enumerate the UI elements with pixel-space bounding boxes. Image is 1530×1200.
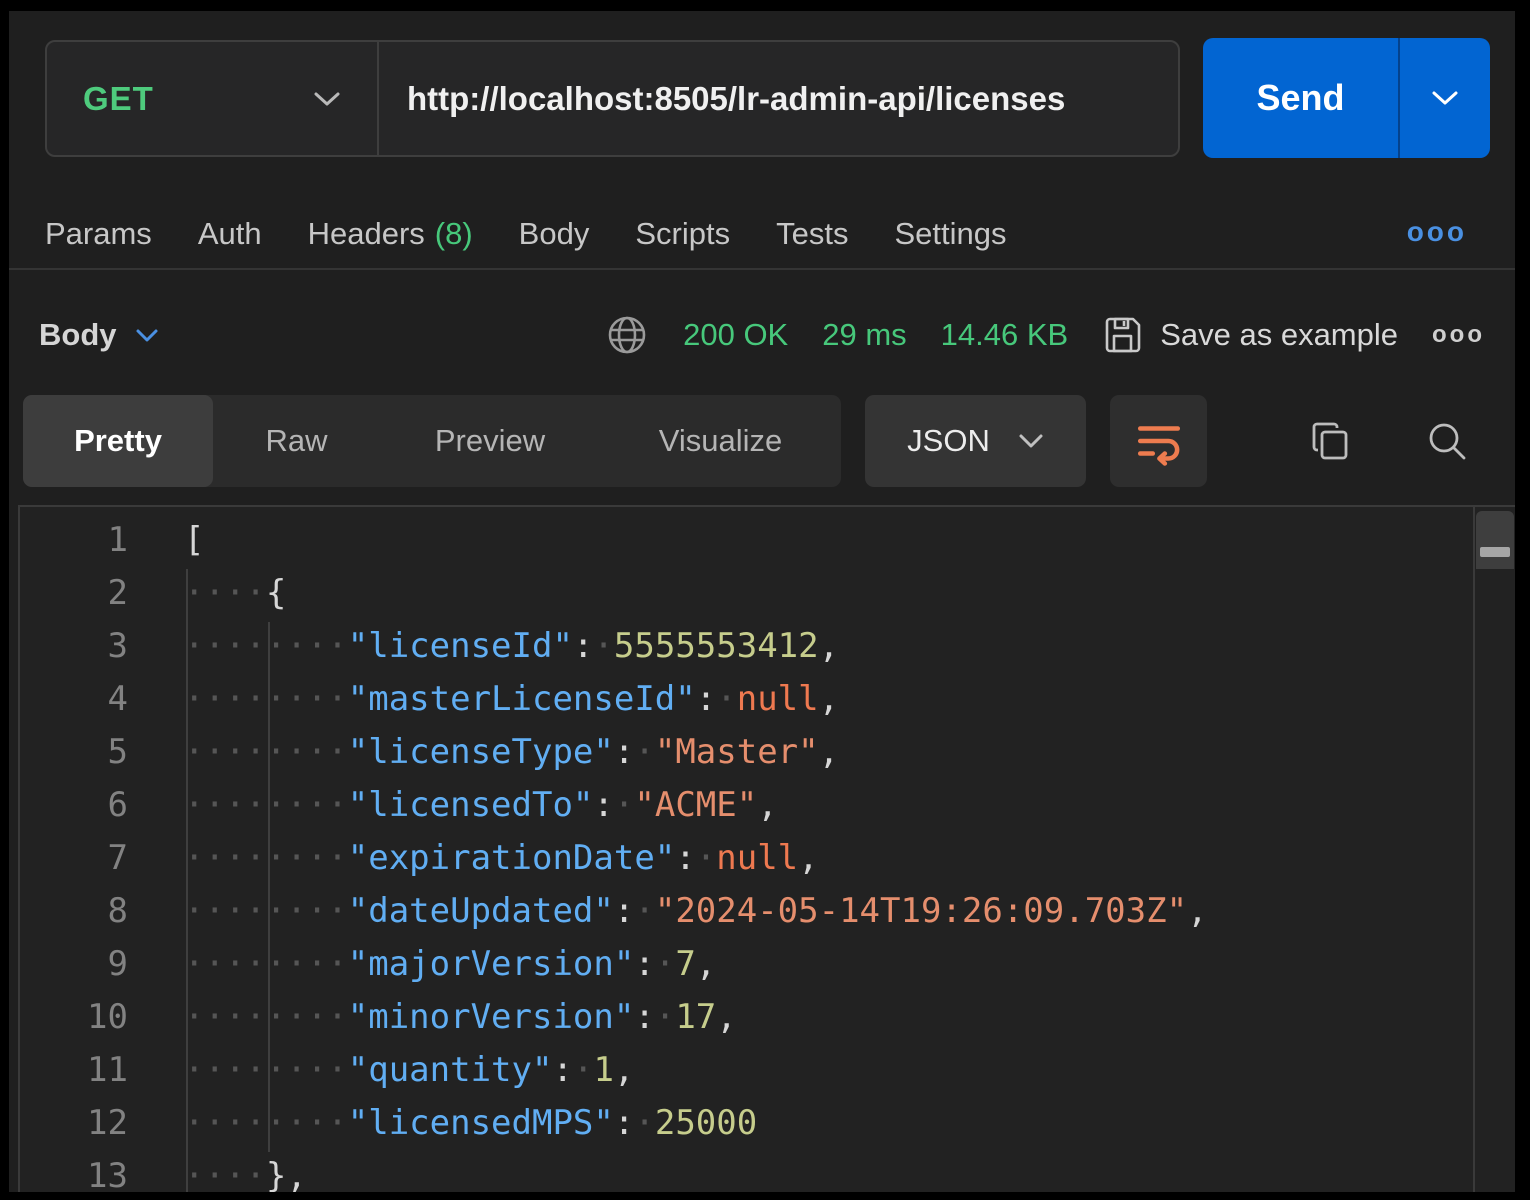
response-body-select[interactable]: Body	[39, 317, 159, 353]
chevron-down-icon	[1430, 89, 1460, 107]
code-line: 8 ········"dateUpdated":·"2024-05-14T19:2…	[20, 885, 1515, 938]
code-line-content: ····},	[184, 1150, 307, 1192]
search-button[interactable]	[1415, 409, 1479, 473]
code-line: 10 ········"minorVersion":·17,	[20, 991, 1515, 1044]
code-line-content: ········"masterLicenseId":·null,	[184, 673, 839, 726]
response-view-tabs: Pretty Raw Preview Visualize	[23, 395, 841, 487]
line-number: 8	[20, 885, 128, 938]
tab-scripts[interactable]: Scripts	[635, 216, 730, 252]
status-badge[interactable]: 200 OK	[683, 317, 788, 353]
line-number: 13	[20, 1150, 128, 1192]
http-method-select[interactable]: GET	[47, 42, 379, 155]
text-wrap-icon	[1134, 416, 1184, 466]
tab-raw[interactable]: Raw	[213, 395, 380, 487]
line-number: 7	[20, 832, 128, 885]
code-line: 11 ········"quantity":·1,	[20, 1044, 1515, 1097]
code-line: 3 ········"licenseId":·5555553412,	[20, 620, 1515, 673]
url-input[interactable]	[379, 42, 1178, 155]
line-number: 1	[20, 514, 128, 567]
response-status-cluster: 200 OK 29 ms 14.46 KB Save as example oo…	[605, 313, 1485, 357]
request-tabs: Params Auth Headers(8) Body Scripts Test…	[9, 200, 1515, 270]
code-line-content: ········"minorVersion":·17,	[184, 991, 737, 1044]
code-line-content: ········"licenseId":·5555553412,	[184, 620, 839, 673]
indent-guide	[268, 622, 270, 1152]
code-line: 12········"licensedMPS":·25000	[20, 1097, 1515, 1150]
line-number: 9	[20, 938, 128, 991]
save-as-example-label: Save as example	[1160, 317, 1398, 353]
code-line-content: ········"majorVersion":·7,	[184, 938, 716, 991]
more-options-icon[interactable]: ooo	[1407, 216, 1467, 248]
line-number: 12	[20, 1097, 128, 1150]
code-line: 9 ········"majorVersion":·7,	[20, 938, 1515, 991]
code-line-content: ········"expirationDate":·null,	[184, 832, 819, 885]
code-line-content: ····{	[184, 567, 286, 620]
tab-tests[interactable]: Tests	[776, 216, 848, 252]
tab-visualize[interactable]: Visualize	[600, 395, 841, 487]
code-line-content: ········"licenseType":·"Master",	[184, 726, 839, 779]
tab-settings[interactable]: Settings	[894, 216, 1006, 252]
code-line: 5 ········"licenseType":·"Master",	[20, 726, 1515, 779]
floppy-save-icon	[1102, 314, 1144, 356]
scrollbar-position-mark	[1480, 547, 1510, 557]
line-number: 2	[20, 567, 128, 620]
line-number: 10	[20, 991, 128, 1044]
copy-button[interactable]	[1299, 409, 1363, 473]
response-view-bar: Pretty Raw Preview Visualize JSON	[9, 395, 1515, 487]
tab-pretty[interactable]: Pretty	[23, 395, 213, 487]
code-line: 7 ········"expirationDate":·null,	[20, 832, 1515, 885]
chevron-down-icon	[313, 90, 341, 108]
scrollbar-track[interactable]	[1473, 507, 1515, 1192]
chevron-down-icon	[1018, 433, 1044, 449]
scrollbar-thumb[interactable]	[1476, 511, 1514, 569]
tab-headers[interactable]: Headers(8)	[308, 216, 473, 252]
line-number: 3	[20, 620, 128, 673]
format-select-label: JSON	[907, 423, 990, 459]
code-line: 2 ····{	[20, 567, 1515, 620]
save-as-example-button[interactable]: Save as example	[1102, 314, 1398, 356]
request-url-bar: GET	[45, 40, 1180, 157]
network-globe-icon[interactable]	[605, 313, 649, 357]
response-more-options-icon[interactable]: ooo	[1432, 321, 1485, 349]
send-button[interactable]: Send	[1203, 38, 1398, 158]
response-size[interactable]: 14.46 KB	[941, 317, 1069, 353]
copy-icon	[1308, 418, 1354, 464]
code-line: 13 ····},	[20, 1150, 1515, 1192]
wrap-lines-button[interactable]	[1110, 395, 1207, 487]
http-method-label: GET	[83, 80, 154, 118]
tab-params[interactable]: Params	[45, 216, 152, 252]
code-line: 4 ········"masterLicenseId":·null,	[20, 673, 1515, 726]
line-number: 6	[20, 779, 128, 832]
code-line: 6 ········"licensedTo":·"ACME",	[20, 779, 1515, 832]
send-button-label: Send	[1256, 77, 1344, 119]
code-line: 1[	[20, 514, 1515, 567]
code-line-content: ········"quantity":·1,	[184, 1044, 634, 1097]
line-number: 5	[20, 726, 128, 779]
line-number: 4	[20, 673, 128, 726]
code-lines: 1[2····{3········"licenseId":·5555553412…	[20, 507, 1515, 1192]
headers-count-badge: (8)	[435, 216, 473, 251]
code-line-content: ········"licensedTo":·"ACME",	[184, 779, 778, 832]
response-body-label: Body	[39, 317, 117, 353]
search-icon	[1424, 418, 1470, 464]
line-number: 11	[20, 1044, 128, 1097]
response-body-viewer: 1[2····{3········"licenseId":·5555553412…	[18, 505, 1515, 1192]
code-line-content: [	[184, 514, 204, 567]
response-meta-bar: Body 200 OK 29 ms 14.46 KB	[9, 292, 1515, 378]
format-select[interactable]: JSON	[865, 395, 1086, 487]
tab-body[interactable]: Body	[519, 216, 590, 252]
response-time[interactable]: 29 ms	[822, 317, 906, 353]
send-split-button: Send	[1203, 38, 1490, 158]
send-options-button[interactable]	[1400, 38, 1490, 158]
indent-guide	[186, 569, 188, 1192]
tab-preview[interactable]: Preview	[380, 395, 600, 487]
rest-client-window: GET Send Params Auth Headers(8) Body Scr…	[9, 11, 1515, 1192]
code-line-content: ········"dateUpdated":·"2024-05-14T19:26…	[184, 885, 1208, 938]
tab-auth[interactable]: Auth	[198, 216, 262, 252]
chevron-down-icon	[135, 328, 159, 343]
